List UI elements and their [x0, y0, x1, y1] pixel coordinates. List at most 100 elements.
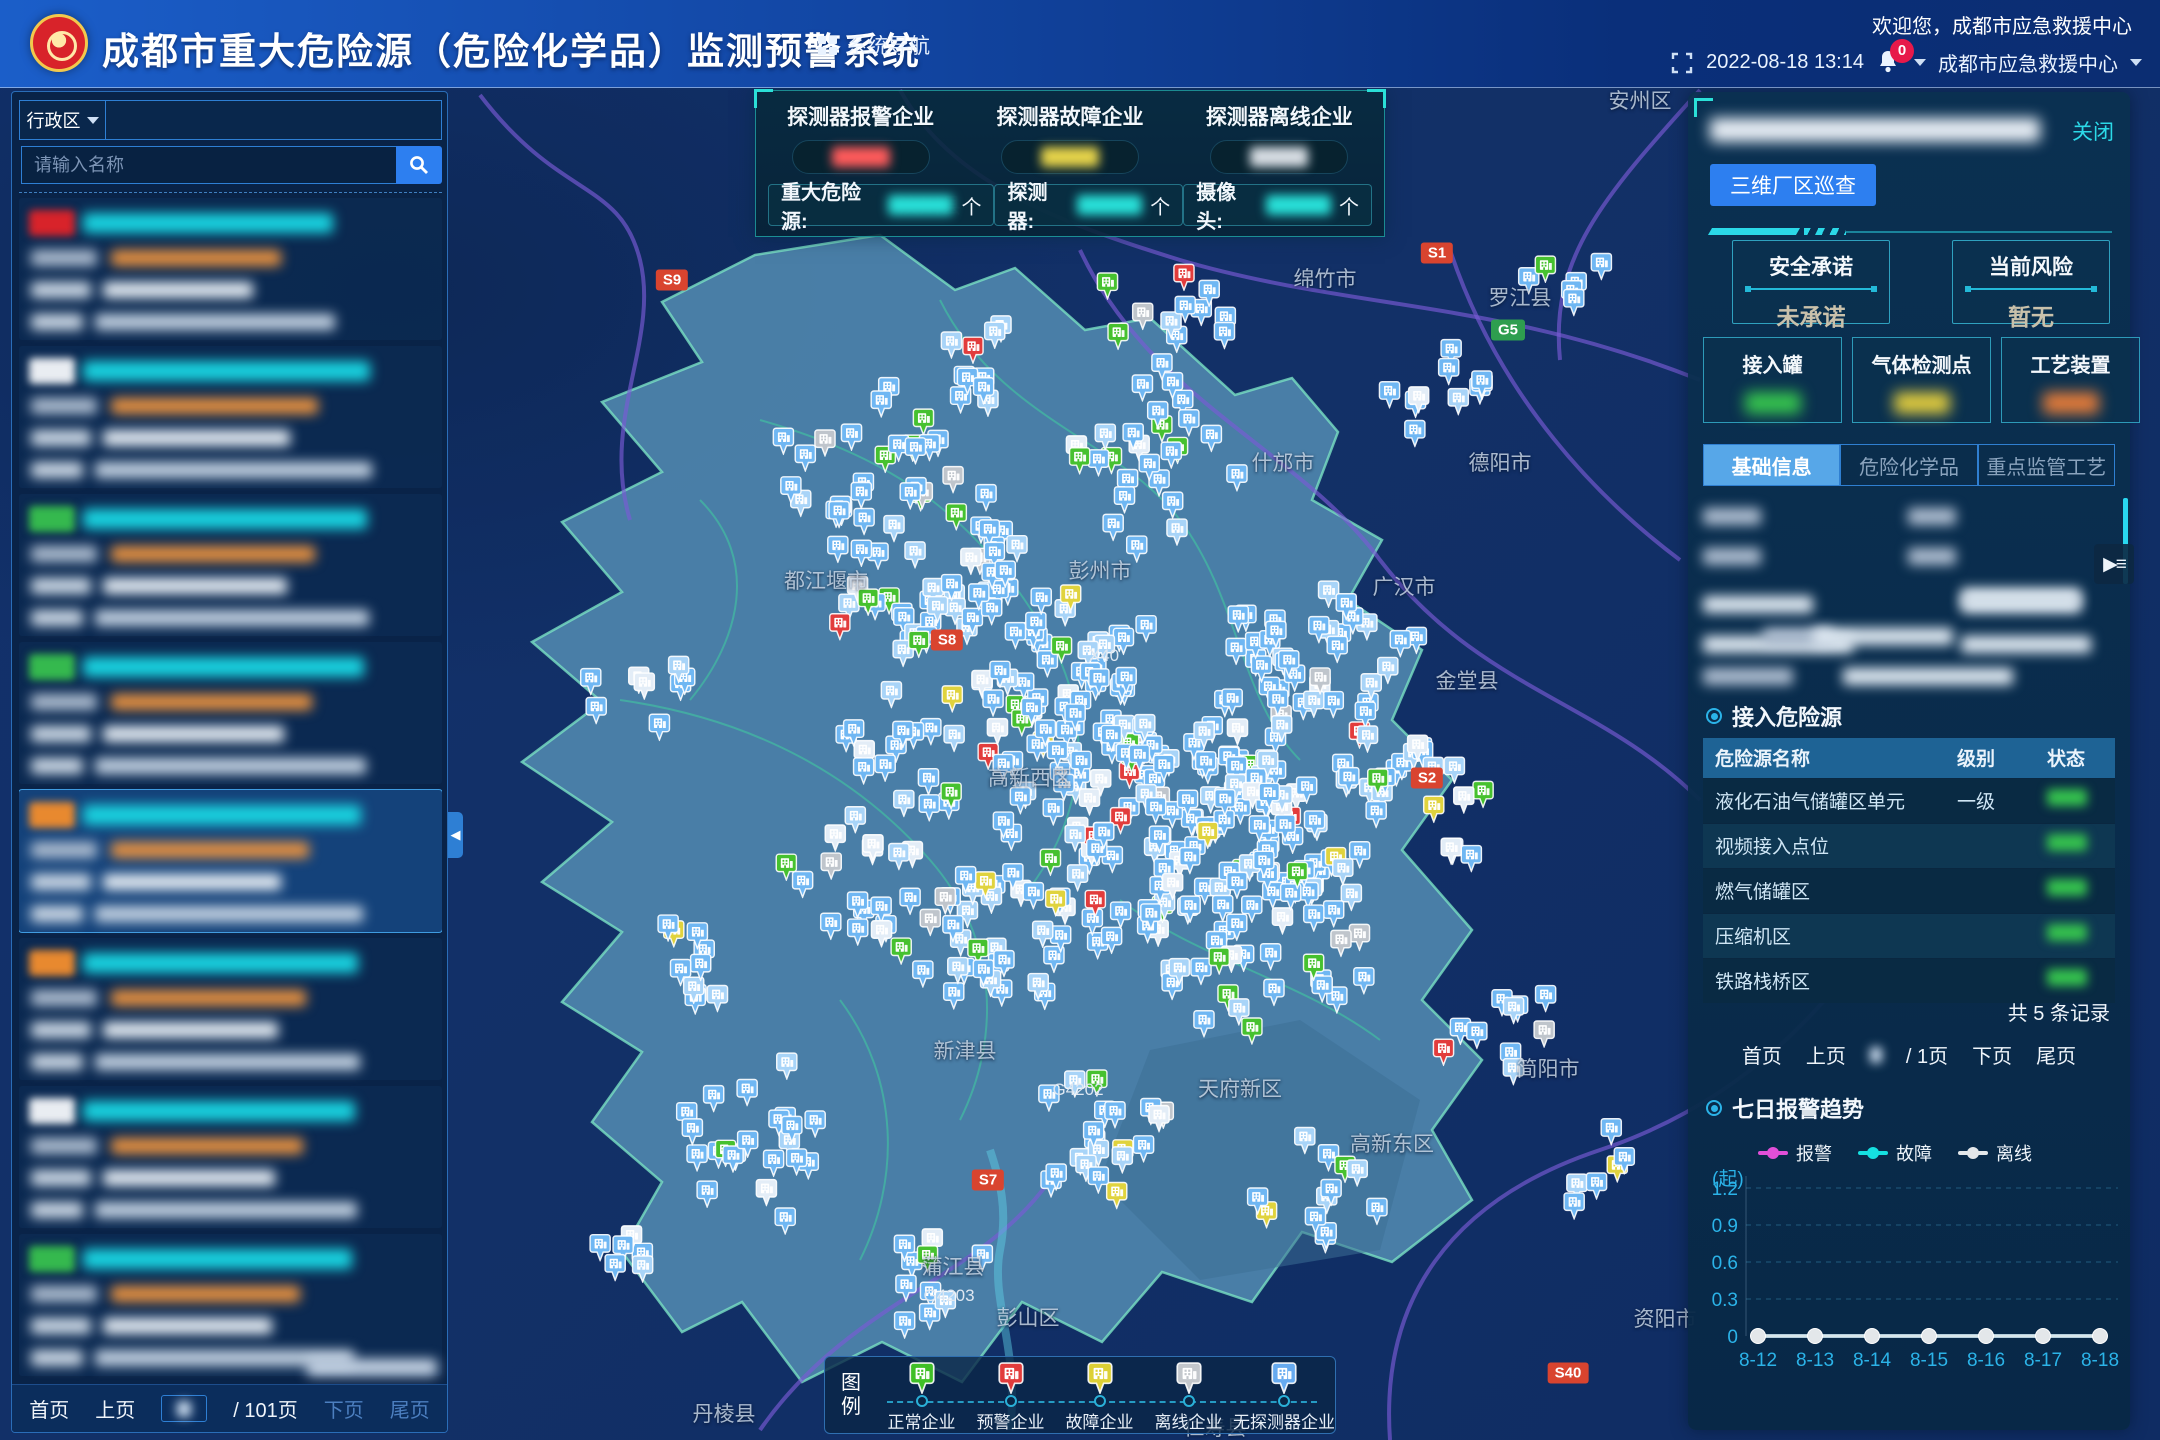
detail-stat-box: 接入罐: [1703, 337, 1842, 423]
svg-text:8-13: 8-13: [1796, 1350, 1834, 1371]
svg-text:8-18: 8-18: [2081, 1350, 2119, 1371]
svg-text:8-12: 8-12: [1739, 1350, 1777, 1371]
stat-label: 探测器报警企业: [787, 101, 934, 131]
road-label: X40: [1082, 644, 1126, 668]
detail-stat-box: 气体检测点: [1852, 337, 1991, 423]
map-pin-icon: [1087, 1362, 1113, 1394]
map-pin-icon: [998, 1362, 1024, 1394]
city-label: 什邡市: [1252, 447, 1315, 477]
stat-group: 探测器报警企业: [787, 101, 934, 174]
stat-group: 探测器故障企业: [996, 101, 1143, 174]
map-pin-icon: [1271, 1362, 1297, 1394]
svg-text:1.2: 1.2: [1712, 1179, 1738, 1200]
city-label: 罗江县: [1489, 282, 1552, 312]
sidebar: 行政区: [11, 91, 448, 1433]
city-label: 金堂县: [1436, 665, 1499, 695]
header: 成都市重大危险源（危险化学品）监测预警系统 系统导航 欢迎您，成都市应急救援中心…: [0, 0, 2160, 88]
radio-bullet-icon: [1706, 1100, 1722, 1116]
city-label: 安州区: [1609, 85, 1672, 115]
pagination-next[interactable]: 下页: [324, 1394, 364, 1423]
tab-重点监管工艺[interactable]: 重点监管工艺: [1978, 444, 2115, 486]
legend-item: 预警企业: [966, 1357, 1055, 1433]
tab-基础信息[interactable]: 基础信息: [1703, 444, 1840, 486]
pagination-prev[interactable]: 上页: [95, 1394, 135, 1423]
stat-label: 探测器离线企业: [1206, 101, 1353, 131]
system-nav-button[interactable]: 系统导航: [818, 30, 930, 60]
notifications-button[interactable]: 0: [1876, 49, 1902, 77]
city-label: 蒲江县: [922, 1251, 985, 1281]
chevron-down-icon[interactable]: [1914, 59, 1926, 66]
svg-text:8-15: 8-15: [1910, 1350, 1948, 1371]
map-legend: 图例 正常企业 预警企业 故障企业 离线企业 无探测器企业: [824, 1356, 1336, 1434]
counter-box: 探测器: 个: [994, 184, 1183, 226]
welcome-text: 欢迎您，成都市应急救援中心: [1872, 10, 2132, 39]
sidebar-collapse-button[interactable]: ◀: [448, 812, 463, 858]
sources-pagination: 首页 上页 / 1页 下页 尾页: [1688, 1040, 2130, 1069]
company-card[interactable]: [19, 938, 442, 1080]
counter-box: 重大危险源: 个: [768, 184, 994, 226]
svg-text:0.9: 0.9: [1712, 1216, 1738, 1237]
city-label: 彭州市: [1069, 555, 1132, 585]
chevron-down-icon[interactable]: [2130, 59, 2142, 66]
road-label: S1: [1421, 243, 1453, 264]
list-pagination: 首页 上页 / 101页 下页 尾页: [12, 1384, 447, 1432]
city-label: 都江堰市: [784, 565, 868, 595]
city-label: 德阳市: [1469, 447, 1532, 477]
pagination-next[interactable]: 下页: [1972, 1040, 2012, 1069]
pagination-last[interactable]: 尾页: [2036, 1040, 2076, 1069]
city-label: 广汉市: [1373, 571, 1436, 601]
safety-commit-value: 未承诺: [1733, 298, 1889, 332]
company-card[interactable]: [19, 790, 442, 932]
table-row[interactable]: 压缩机区: [1703, 913, 2115, 958]
region-value-area[interactable]: [106, 101, 441, 139]
org-name: 成都市应急救援中心: [1938, 48, 2118, 77]
divider: [19, 192, 442, 193]
legend-item: 正常企业: [877, 1357, 966, 1433]
map-pin-icon: [909, 1362, 935, 1394]
table-row[interactable]: 燃气储罐区: [1703, 868, 2115, 913]
table-header: 级别: [1945, 738, 2035, 778]
company-card[interactable]: [19, 1234, 442, 1376]
3d-tour-button[interactable]: 三维厂区巡查: [1710, 164, 1876, 206]
pagination-page-input[interactable]: [161, 1395, 207, 1422]
detail-tabs: 基础信息危险化学品重点监管工艺: [1703, 444, 2115, 486]
stat-group: 探测器离线企业: [1206, 101, 1353, 174]
road-label: S2: [1411, 768, 1443, 789]
close-button[interactable]: 关闭: [2072, 116, 2114, 146]
search-icon: [408, 154, 430, 176]
pagination-prev[interactable]: 上页: [1806, 1040, 1846, 1069]
company-card[interactable]: [19, 1086, 442, 1228]
page-title: 成都市重大危险源（危险化学品）监测预警系统: [102, 21, 921, 75]
company-card[interactable]: [19, 346, 442, 488]
search-button[interactable]: [396, 146, 442, 184]
search-input[interactable]: [21, 146, 396, 184]
road-label: G5: [1491, 320, 1525, 341]
table-row[interactable]: 视频接入点位: [1703, 823, 2115, 868]
pagination-first[interactable]: 首页: [1742, 1040, 1782, 1069]
svg-text:0.3: 0.3: [1712, 1290, 1738, 1311]
safety-commit-label: 安全承诺: [1733, 251, 1889, 281]
table-row[interactable]: 液化石油气储罐区单元一级: [1703, 778, 2115, 823]
road-label: S9: [656, 270, 688, 291]
stats-panel: 探测器报警企业 探测器故障企业 探测器离线企业 重大危险源: 个探测器: 个摄像…: [755, 90, 1385, 237]
fullscreen-icon[interactable]: [1670, 51, 1694, 75]
company-card[interactable]: [19, 198, 442, 340]
road-label: S40: [1548, 1363, 1589, 1384]
region-dropdown[interactable]: 行政区: [20, 101, 106, 139]
current-risk-box: 当前风险 暂无: [1952, 240, 2110, 324]
stat-value-blurred: [1001, 140, 1139, 174]
company-card[interactable]: [19, 494, 442, 636]
legend-title: 图例: [825, 1357, 877, 1433]
expand-panel-button[interactable]: ▶≡: [2094, 544, 2134, 584]
tab-危险化学品[interactable]: 危险化学品: [1840, 444, 1977, 486]
svg-text:8-17: 8-17: [2024, 1350, 2062, 1371]
record-count-blurred: [307, 1359, 437, 1376]
table-header: 危险源名称: [1703, 738, 1945, 778]
radio-bullet-icon: [1706, 708, 1722, 724]
pagination-last[interactable]: 尾页: [390, 1394, 430, 1423]
pagination-first[interactable]: 首页: [29, 1394, 69, 1423]
company-card[interactable]: [19, 642, 442, 784]
divider: [1710, 228, 2112, 235]
grid-icon: [818, 36, 837, 55]
svg-text:0: 0: [1727, 1327, 1738, 1348]
